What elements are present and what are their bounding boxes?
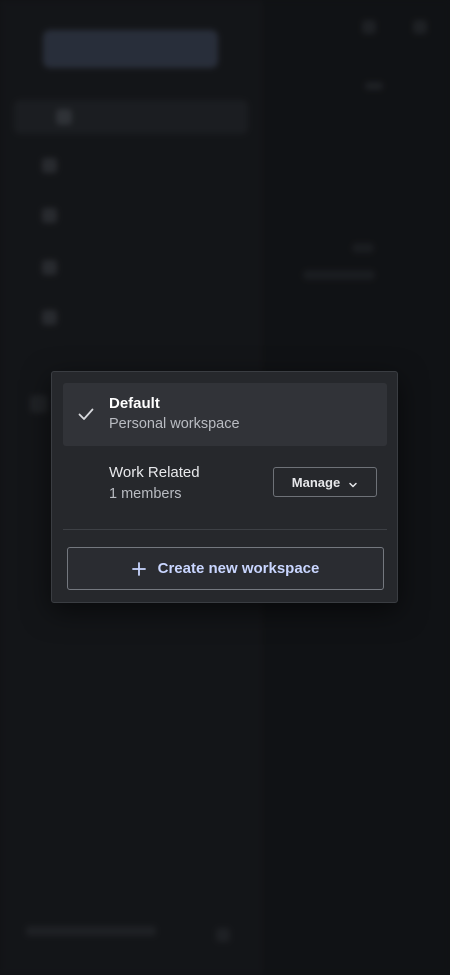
workspace-member-count: 1 members (109, 486, 182, 502)
app-screen: Default Personal workspace Work Related … (0, 0, 450, 975)
check-icon (77, 405, 95, 423)
create-workspace-button[interactable]: Create new workspace (67, 547, 384, 590)
workspace-name: Default (109, 395, 160, 412)
divider (63, 529, 387, 530)
workspace-subtitle: Personal workspace (109, 416, 240, 432)
manage-button-label: Manage (291, 474, 341, 490)
chevron-down-icon (348, 477, 358, 488)
manage-button[interactable]: Manage (273, 467, 377, 497)
plus-icon (131, 561, 146, 576)
workspace-popover: Default Personal workspace Work Related … (51, 371, 398, 603)
create-workspace-label: Create new workspace (157, 560, 320, 577)
workspace-name: Work Related (109, 464, 200, 481)
workspace-item-default[interactable]: Default Personal workspace (63, 383, 387, 446)
workspace-item-work-related[interactable]: Work Related 1 members Manage (63, 452, 387, 514)
